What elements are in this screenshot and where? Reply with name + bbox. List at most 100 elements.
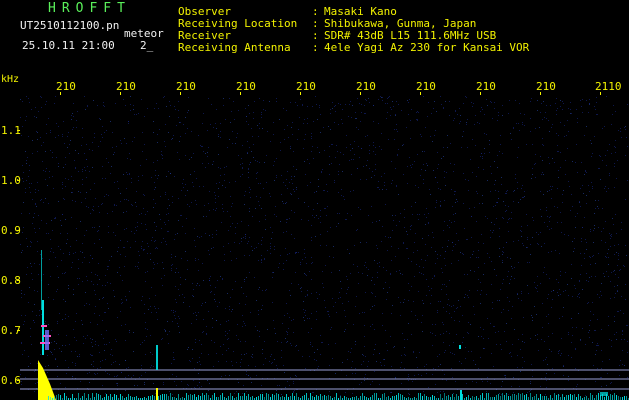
noise-dot (444, 284, 445, 285)
noise-dot (104, 196, 105, 197)
carrier-fringe (540, 394, 541, 400)
noise-dot (522, 334, 523, 335)
noise-dot (364, 265, 365, 266)
noise-dot (236, 137, 237, 138)
noise-dot (55, 359, 56, 360)
noise-dot (251, 151, 252, 152)
noise-dot (247, 152, 248, 153)
noise-dot (199, 361, 200, 362)
noise-dot (480, 156, 481, 157)
noise-dot (482, 381, 483, 382)
noise-dot (545, 377, 546, 378)
noise-dot (340, 395, 341, 396)
noise-dot (113, 232, 114, 233)
noise-dot (241, 354, 242, 355)
noise-dot (316, 104, 317, 105)
noise-dot (502, 251, 503, 252)
noise-dot (389, 287, 390, 288)
noise-dot (468, 322, 469, 323)
noise-dot (390, 115, 391, 116)
noise-dot (595, 200, 596, 201)
noise-dot (601, 231, 602, 232)
noise-dot (23, 172, 24, 173)
noise-dot (53, 299, 54, 300)
carrier-fringe (580, 396, 581, 400)
carrier-fringe (624, 396, 625, 400)
noise-dot (330, 329, 331, 330)
noise-dot (595, 276, 596, 277)
noise-dot (375, 169, 376, 170)
noise-dot (33, 217, 34, 218)
noise-dot (349, 253, 350, 254)
noise-dot (615, 293, 616, 294)
noise-dot (517, 157, 518, 158)
noise-dot (548, 336, 549, 337)
noise-dot (591, 143, 592, 144)
noise-dot (102, 203, 103, 204)
noise-dot (369, 102, 370, 103)
noise-dot (194, 387, 195, 388)
noise-dot (586, 242, 587, 243)
noise-dot (94, 227, 95, 228)
noise-dot (258, 183, 259, 184)
noise-dot (141, 300, 142, 301)
noise-dot (194, 171, 195, 172)
noise-dot (101, 334, 102, 335)
noise-dot (350, 144, 351, 145)
noise-dot (458, 240, 459, 241)
noise-dot (454, 191, 455, 192)
noise-dot (382, 226, 383, 227)
noise-dot (65, 164, 66, 165)
noise-dot (62, 319, 63, 320)
noise-dot (82, 243, 83, 244)
noise-dot (214, 294, 215, 295)
noise-dot (221, 222, 222, 223)
noise-dot (303, 301, 304, 302)
noise-dot (249, 147, 250, 148)
noise-dot (262, 353, 263, 354)
noise-dot (55, 96, 56, 97)
noise-dot (401, 383, 402, 384)
noise-dot (332, 144, 333, 145)
noise-dot (216, 320, 217, 321)
noise-dot (610, 298, 611, 299)
noise-dot (577, 296, 578, 297)
noise-dot (151, 365, 152, 366)
noise-dot (231, 206, 232, 207)
noise-dot (561, 222, 562, 223)
noise-dot (487, 105, 488, 106)
noise-dot (609, 233, 610, 234)
noise-dot (454, 311, 455, 312)
noise-dot (537, 291, 538, 292)
noise-dot (404, 227, 405, 228)
noise-dot (185, 184, 186, 185)
noise-dot (543, 194, 544, 195)
noise-dot (392, 101, 393, 102)
noise-dot (444, 374, 445, 375)
noise-dot (338, 103, 339, 104)
noise-dot (469, 208, 470, 209)
noise-dot (373, 354, 374, 355)
noise-dot (90, 322, 91, 323)
noise-dot (36, 315, 37, 316)
noise-dot (487, 377, 488, 378)
noise-dot (62, 136, 63, 137)
noise-dot (21, 315, 22, 316)
noise-dot (577, 172, 578, 173)
noise-dot (256, 173, 257, 174)
noise-dot (261, 255, 262, 256)
noise-dot (328, 314, 329, 315)
noise-dot (72, 376, 73, 377)
noise-dot (124, 247, 125, 248)
noise-dot (615, 214, 616, 215)
carrier-fringe (572, 395, 573, 400)
noise-dot (265, 110, 266, 111)
noise-dot (117, 181, 118, 182)
noise-dot (323, 127, 324, 128)
noise-dot (445, 185, 446, 186)
noise-dot (313, 392, 314, 393)
noise-dot (151, 312, 152, 313)
noise-dot (65, 219, 66, 220)
noise-dot (451, 189, 452, 190)
noise-dot (543, 174, 544, 175)
